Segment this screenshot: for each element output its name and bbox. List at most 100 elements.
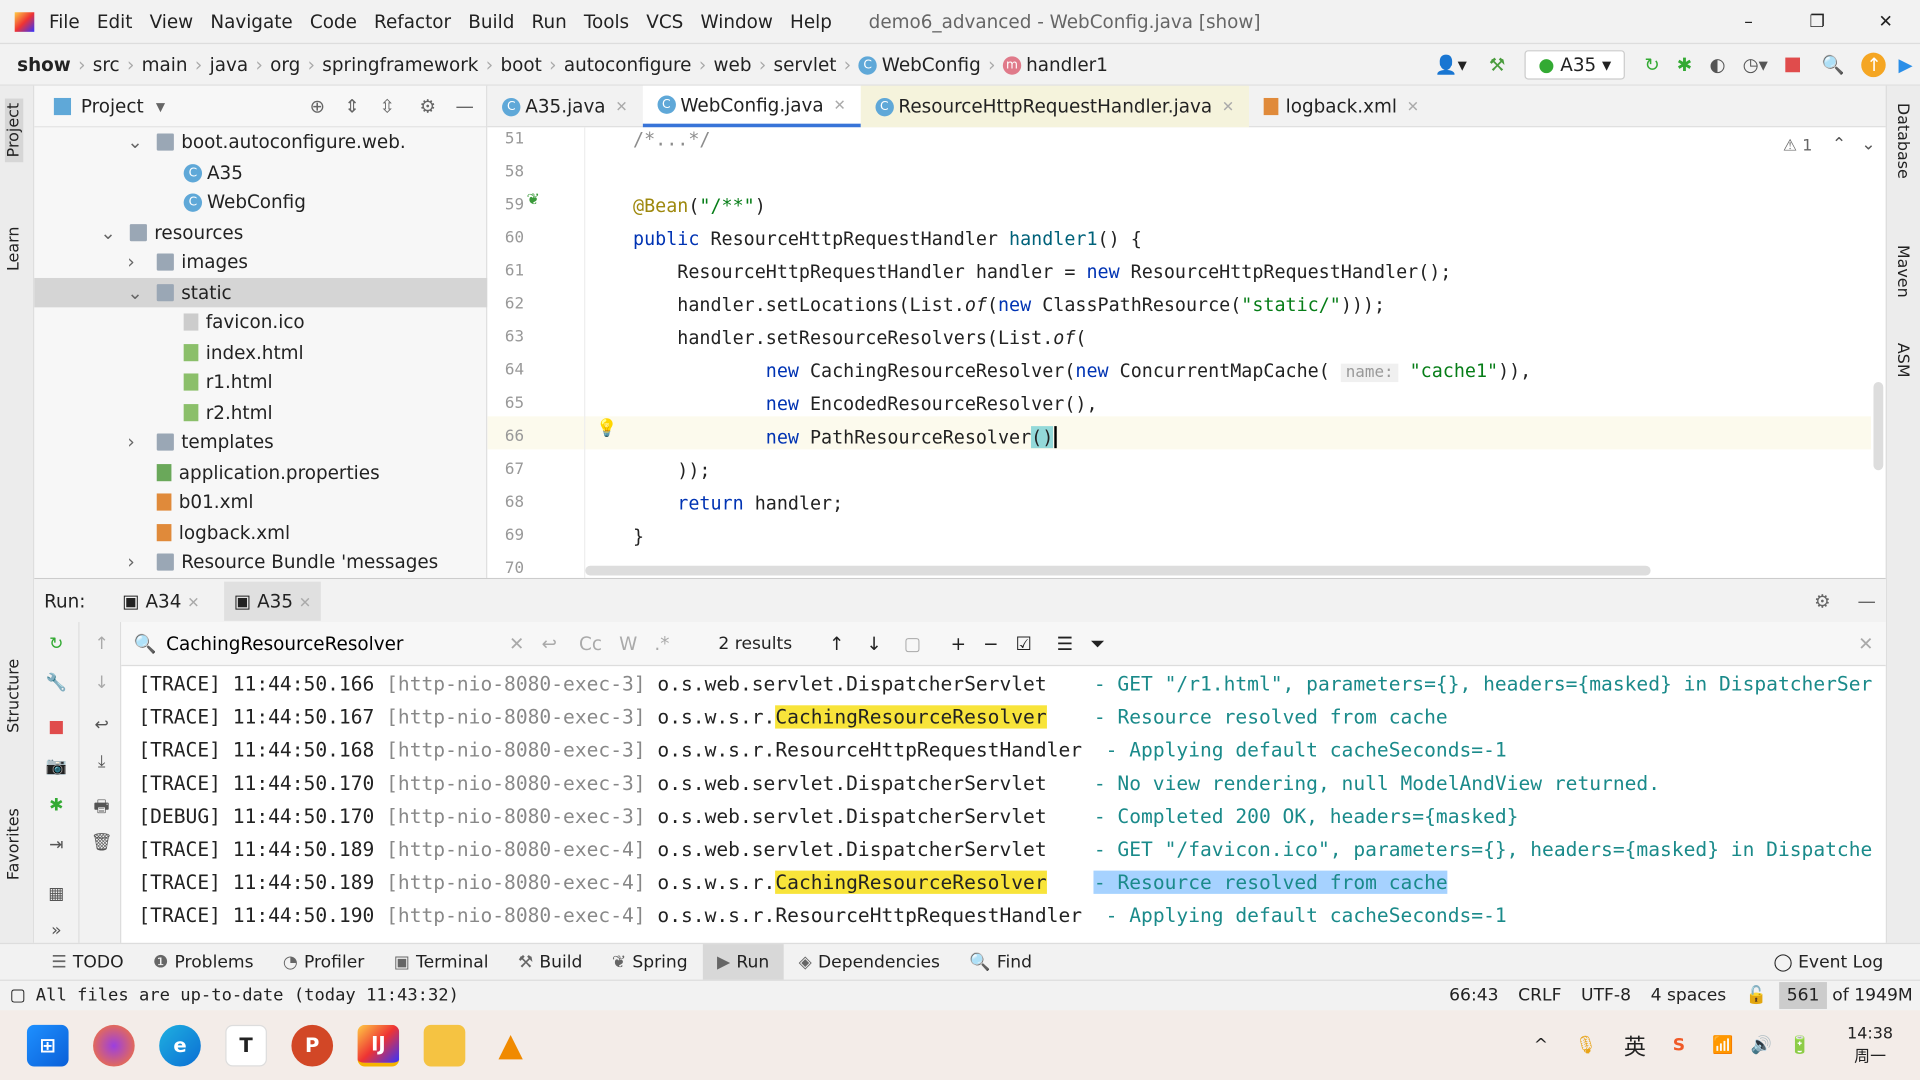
run-config-select[interactable]: ● A35 ▾ [1524, 49, 1625, 79]
add-selection-icon[interactable]: + [951, 632, 966, 654]
expand-all-icon[interactable]: ⇕ [345, 95, 360, 117]
down-icon[interactable]: ↓ [91, 673, 113, 695]
breadcrumb-item[interactable]: web [714, 53, 752, 75]
search-icon[interactable]: 🔍 [1822, 53, 1845, 75]
close-tab-icon[interactable]: ✕ [1222, 98, 1234, 115]
build-hammer-icon[interactable]: ⚒ [1489, 53, 1505, 75]
clear-icon[interactable]: 🗑 [91, 833, 113, 855]
status-toggle-icon[interactable]: ▢ [10, 986, 26, 1006]
breadcrumb-item[interactable]: src [93, 53, 120, 75]
console-output[interactable]: [TRACE] 11:44:50.166 [http-nio-8080-exec… [121, 666, 1885, 944]
battery-icon[interactable]: 🔋 [1789, 1035, 1810, 1055]
menu-view[interactable]: View [150, 10, 194, 32]
clock[interactable]: 14:38 周一 [1847, 1024, 1893, 1066]
modify-config-icon[interactable]: 🔧 [45, 673, 67, 695]
words-toggle[interactable]: W [619, 632, 637, 654]
ime-indicator[interactable]: 英 [1624, 1029, 1646, 1061]
tool-window-asm[interactable]: ASM [1893, 343, 1911, 378]
edge-icon[interactable]: e [159, 1024, 201, 1066]
indent-setting[interactable]: 4 spaces [1651, 986, 1727, 1006]
tool-tab-profiler[interactable]: ◔ Profiler [268, 943, 379, 980]
filter-lines-icon[interactable]: ☰ [1057, 632, 1073, 654]
scroll-to-end-icon[interactable]: ⤓ [91, 752, 113, 774]
tool-tab-run[interactable]: ▶ Run [702, 943, 784, 981]
rerun-icon[interactable]: ↻ [45, 634, 67, 656]
clear-search-icon[interactable]: ✕ [509, 632, 524, 654]
caret-position[interactable]: 66:43 [1449, 986, 1498, 1006]
tool-tab-dependencies[interactable]: ◈ Dependencies [784, 943, 955, 980]
toolbox-icon[interactable]: ▶ [1899, 53, 1913, 75]
update-icon[interactable]: ↑ [1861, 52, 1887, 77]
event-log-button[interactable]: ◯ Event Log [1773, 952, 1883, 972]
tool-tab-problems[interactable]: ❶ Problems [138, 943, 268, 980]
breadcrumb-item[interactable]: C WebConfig [858, 53, 981, 75]
breadcrumb-item[interactable]: java [210, 53, 248, 75]
project-view-select[interactable]: Project [81, 95, 144, 117]
select-all-icon[interactable]: ▢ [904, 632, 921, 654]
stop-icon[interactable]: ■ [45, 718, 67, 740]
code-editor[interactable]: 51/*...*/58 59 @Bean("/**") 60 public Resour… [487, 127, 1886, 578]
menu-help[interactable]: Help [790, 10, 832, 32]
close-search-icon[interactable]: ✕ [1858, 632, 1873, 654]
memory-indicator[interactable]: 561 of 1949M [1779, 982, 1913, 1009]
coverage-icon[interactable]: ◐ [1709, 53, 1725, 75]
debug-icon[interactable]: ✱ [1677, 53, 1692, 75]
intellij-icon[interactable]: IJ [357, 1024, 400, 1066]
minimize-button[interactable]: – [1714, 12, 1783, 32]
chevron-right-icon[interactable]: › [127, 247, 134, 276]
run-settings-icon[interactable]: ⚙ [1814, 590, 1830, 612]
next-occurrence-icon[interactable]: ↓ [866, 632, 881, 654]
editor-tab[interactable]: logback.xml ✕ [1249, 86, 1434, 128]
breadcrumb-item[interactable]: autoconfigure [564, 53, 692, 75]
chevron-down-icon[interactable]: ⌄ [100, 217, 115, 246]
menu-refactor[interactable]: Refactor [374, 10, 451, 32]
select-all-occurrences-icon[interactable]: ☑ [1016, 632, 1032, 654]
breadcrumb-item[interactable]: main [142, 53, 188, 75]
file-encoding[interactable]: UTF-8 [1581, 986, 1631, 1006]
rerun-icon[interactable]: ↻ [1644, 53, 1659, 75]
breadcrumb-item[interactable]: m handler1 [1002, 53, 1108, 75]
print-icon[interactable]: 🖶 [91, 793, 113, 817]
chevron-right-icon[interactable]: › [127, 547, 134, 576]
regex-toggle[interactable]: .* [654, 632, 669, 654]
typora-icon[interactable]: T [225, 1024, 267, 1066]
bean-gutter-icon[interactable]: ❦ [527, 191, 540, 209]
chevron-down-icon[interactable]: ⌄ [127, 277, 142, 306]
tool-window-project[interactable]: Project [4, 97, 24, 163]
layout-icon[interactable]: ▦ [45, 884, 67, 906]
tool-tab-build[interactable]: ⚒ Build [503, 943, 597, 980]
file-explorer-icon[interactable] [423, 1024, 466, 1066]
tool-window-structure[interactable]: Structure [5, 659, 23, 733]
hide-icon[interactable]: — [456, 95, 474, 117]
tool-tab-find[interactable]: 🔍 Find [955, 943, 1047, 980]
tool-window-favorites[interactable]: Favorites [5, 808, 23, 880]
warning-count[interactable]: ⚠ 1 [1783, 137, 1812, 155]
menu-vcs[interactable]: VCS [646, 10, 683, 32]
collapse-all-icon[interactable]: ⇳ [380, 95, 395, 117]
tool-window-database[interactable]: Database [1893, 103, 1911, 179]
vertical-scrollbar[interactable] [1873, 382, 1884, 471]
new-line-icon[interactable]: ↩ [542, 632, 557, 654]
tool-tab-spring[interactable]: ❦ Spring [597, 943, 702, 980]
remove-selection-icon[interactable]: − [983, 632, 998, 654]
close-tab-icon[interactable]: ✕ [833, 96, 845, 113]
menu-tools[interactable]: Tools [584, 10, 629, 32]
lock-icon[interactable]: 🔓 [1746, 986, 1767, 1006]
breadcrumb-item[interactable]: org [270, 53, 300, 75]
menu-code[interactable]: Code [310, 10, 357, 32]
editor-tab[interactable]: C ResourceHttpRequestHandler.java ✕ [860, 85, 1249, 128]
menu-navigate[interactable]: Navigate [210, 10, 292, 32]
menu-window[interactable]: Window [700, 10, 772, 32]
prev-occurrence-icon[interactable]: ↑ [829, 632, 844, 654]
chevron-right-icon[interactable]: › [127, 427, 134, 456]
breadcrumb-item[interactable]: show [17, 53, 71, 75]
locate-icon[interactable]: ⊕ [310, 95, 325, 117]
menu-build[interactable]: Build [468, 10, 514, 32]
match-case-toggle[interactable]: Cc [579, 632, 602, 654]
run-tab-a35[interactable]: ▣ A35 ✕ [224, 581, 321, 621]
tool-tab-todo[interactable]: ☰ TODO [37, 943, 139, 980]
profile-icon[interactable]: ◷▾ [1743, 53, 1768, 75]
close-tab-icon[interactable]: ✕ [1407, 98, 1419, 115]
dump-threads-icon[interactable]: 📷 [45, 757, 67, 779]
filter-icon[interactable]: ⏷ [1090, 632, 1105, 654]
